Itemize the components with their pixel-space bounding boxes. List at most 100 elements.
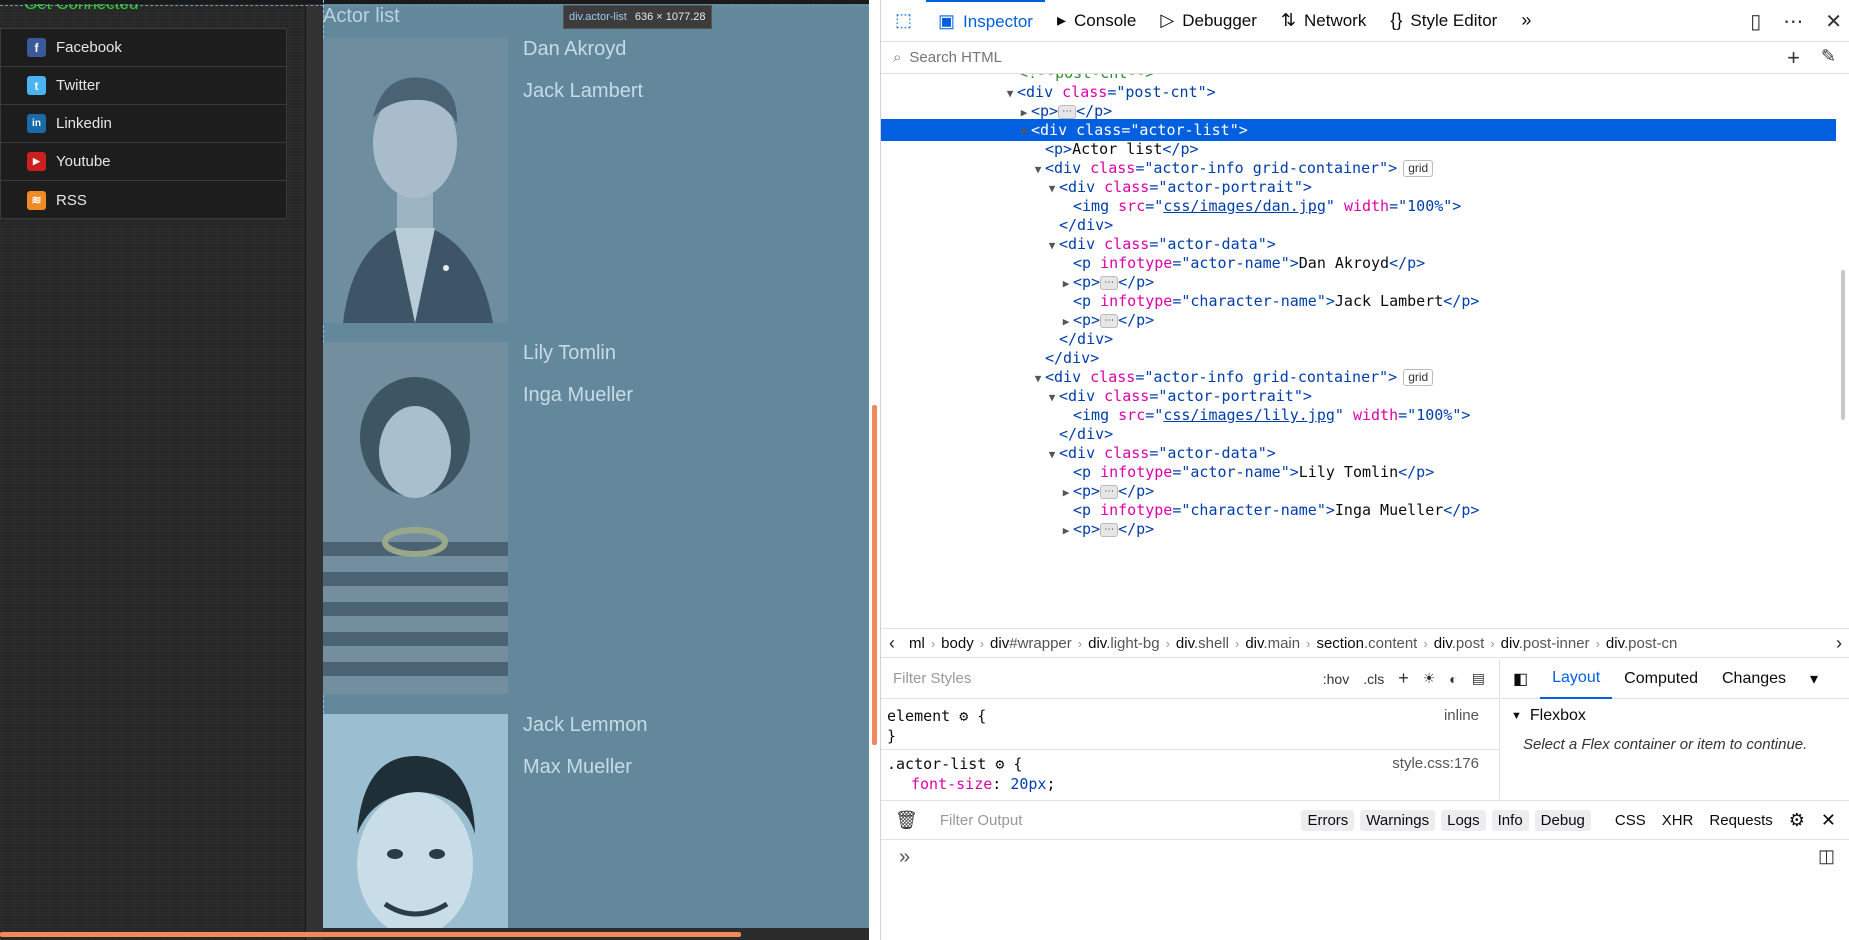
markup-line[interactable]: ▶ <p> ⋯ </p> <box>881 518 1836 540</box>
console-toolbar: 🗑 Filter Output Errors Warnings Logs Inf… <box>881 800 1849 840</box>
flexbox-section[interactable]: ▼ Flexbox <box>1501 699 1849 733</box>
light-theme-icon[interactable]: ☀ <box>1423 670 1436 687</box>
more-options-icon[interactable]: ⋯ <box>1783 9 1803 34</box>
close-icon[interactable]: ✕ <box>1825 9 1842 34</box>
breadcrumb-item[interactable]: div#wrapper <box>984 635 1078 652</box>
filter-css-button[interactable]: CSS <box>1607 810 1654 831</box>
search-html-input[interactable] <box>909 49 1740 66</box>
hover-state-toggle[interactable]: :hov <box>1323 671 1349 687</box>
breadcrumb-item[interactable]: div.main <box>1239 635 1306 652</box>
class-toggle[interactable]: .cls <box>1363 671 1384 687</box>
actor-info: Dan Akroyd Jack Lambert <box>323 38 869 323</box>
sidebar-toggle-icon[interactable]: ◧ <box>1501 659 1540 699</box>
breadcrumb-item[interactable]: section.content <box>1310 635 1423 652</box>
console-settings-icon[interactable]: ⚙ <box>1781 808 1813 833</box>
element-tooltip: div.actor-list 636 × 1077.28 <box>563 5 712 29</box>
filter-errors-button[interactable]: Errors <box>1301 809 1355 831</box>
highlight-guide-horizontal <box>0 5 869 6</box>
actor-info: Jack Lemmon Max Mueller <box>323 714 869 928</box>
chevron-right-icon[interactable]: › <box>1828 632 1849 654</box>
social-links-box: f Facebook t Twitter in Linkedin ▶ Youtu… <box>0 28 287 219</box>
element-rule-source: inline <box>1443 707 1479 724</box>
dark-theme-icon[interactable]: ◐ <box>1449 671 1457 687</box>
horizontal-scrollbar[interactable] <box>0 932 741 937</box>
chevrons-right-icon: » <box>1521 10 1532 30</box>
social-link-label: Facebook <box>56 39 122 56</box>
social-link-label: RSS <box>56 191 87 209</box>
tooltip-dimensions: 636 × 1077.28 <box>634 11 706 23</box>
filter-debug-button[interactable]: Debug <box>1534 809 1591 831</box>
breadcrumb-item[interactable]: div.post <box>1428 635 1491 652</box>
social-link-twitter[interactable]: t Twitter <box>1 67 286 105</box>
tab-console[interactable]: ▸ Console <box>1045 0 1148 42</box>
breadcrumb-item[interactable]: div.shell <box>1170 635 1235 652</box>
print-media-icon[interactable]: ▤ <box>1472 670 1485 687</box>
markup-scrollbar[interactable] <box>1841 270 1845 420</box>
trash-icon[interactable]: 🗑 <box>895 810 918 831</box>
flexbox-message: Select a Flex container or item to conti… <box>1523 736 1808 753</box>
social-link-youtube[interactable]: ▶ Youtube <box>1 143 286 181</box>
breadcrumb-item[interactable]: body <box>935 635 980 652</box>
devtools-window-controls: ▯ ⋯ ✕ <box>1750 0 1842 42</box>
element-rule[interactable]: element ⚙ { <box>887 707 986 725</box>
console-input-prompt[interactable]: » <box>899 846 910 869</box>
breadcrumb-item[interactable]: div.light-bg <box>1082 635 1165 652</box>
actor-name: Dan Akroyd <box>523 38 627 60</box>
tab-network[interactable]: ⇅ Network <box>1269 0 1378 42</box>
actor-name: Lily Tomlin <box>523 342 616 364</box>
tab-style-editor[interactable]: {} Style Editor <box>1378 0 1509 42</box>
breadcrumb-item[interactable]: ml <box>903 635 931 652</box>
eyedropper-icon[interactable]: ✎ <box>1821 46 1836 67</box>
filter-warnings-button[interactable]: Warnings <box>1360 809 1436 831</box>
tab-layout[interactable]: Layout <box>1540 659 1613 699</box>
editor-mode-icon[interactable]: ◫ <box>1818 846 1835 867</box>
social-link-linkedin[interactable]: in Linkedin <box>1 105 286 143</box>
layout-tabs: ◧ Layout Computed Changes ▾ <box>1501 659 1849 699</box>
filter-xhr-button[interactable]: XHR <box>1654 810 1702 831</box>
rules-pane: Filter Styles :hov .cls + ☀ ◐ ▤ element … <box>881 659 1500 799</box>
filter-styles-input[interactable]: Filter Styles <box>893 670 1323 687</box>
rule-source-link[interactable]: style.css:176 <box>1392 755 1479 772</box>
twitter-icon: t <box>27 76 46 95</box>
filter-requests-button[interactable]: Requests <box>1701 810 1780 831</box>
actor-list-rule[interactable]: .actor-list ⚙ { <box>887 755 1022 773</box>
filter-output-input[interactable]: Filter Output <box>940 812 1240 829</box>
style-editor-icon: {} <box>1390 10 1403 30</box>
social-link-rss[interactable]: ≋ RSS <box>1 181 286 219</box>
linkedin-icon: in <box>27 114 46 133</box>
add-node-icon[interactable]: + <box>1787 45 1800 71</box>
social-link-facebook[interactable]: f Facebook <box>1 29 286 67</box>
vertical-scrollbar[interactable] <box>872 405 877 745</box>
actor-info: Lily Tomlin Inga Mueller <box>323 342 869 694</box>
breadcrumb-item[interactable]: div.post-cn <box>1600 635 1683 652</box>
element-picker-button[interactable]: ⬚ <box>881 0 926 42</box>
breadcrumb: ‹ ml › body › div#wrapper › div.light-bg › d… <box>881 628 1849 658</box>
console-icon: ▸ <box>1056 10 1067 30</box>
filter-info-button[interactable]: Info <box>1491 809 1529 831</box>
chevron-left-icon[interactable]: ‹ <box>881 633 903 654</box>
chevron-down-icon[interactable]: ▾ <box>1798 659 1830 699</box>
tab-computed[interactable]: Computed <box>1612 659 1710 699</box>
tab-debugger[interactable]: ▷ Debugger <box>1148 0 1269 42</box>
more-tabs-button[interactable]: » <box>1509 0 1543 42</box>
network-icon: ⇅ <box>1280 10 1296 30</box>
devtools-panel: ⬚ ▣ Inspector ▸ Console ▷ Debugger ⇅ Net… <box>880 0 1849 940</box>
actor-portrait-jack <box>323 714 508 928</box>
add-rule-icon[interactable]: + <box>1398 668 1409 689</box>
tab-label: Debugger <box>1182 10 1257 30</box>
css-declaration[interactable]: font-size: 20px; <box>911 775 1056 793</box>
character-name: Max Mueller <box>523 756 632 778</box>
social-link-label: Twitter <box>56 77 101 94</box>
breadcrumb-item[interactable]: div.post-inner <box>1495 635 1596 652</box>
facebook-icon: f <box>27 38 46 57</box>
flexbox-heading: Flexbox <box>1529 707 1586 724</box>
rule-close-brace: } <box>887 727 897 745</box>
filter-logs-button[interactable]: Logs <box>1441 809 1486 831</box>
pick-element-icon: ⬚ <box>895 10 913 30</box>
tab-inspector[interactable]: ▣ Inspector <box>926 0 1045 42</box>
youtube-icon: ▶ <box>27 152 46 171</box>
browser-window: Get Connected f Facebook t Twitter in Li… <box>0 0 1849 940</box>
tab-changes[interactable]: Changes <box>1710 659 1798 699</box>
dock-side-icon[interactable]: ▯ <box>1750 9 1761 34</box>
close-split-console-icon[interactable]: ✕ <box>1813 808 1844 833</box>
